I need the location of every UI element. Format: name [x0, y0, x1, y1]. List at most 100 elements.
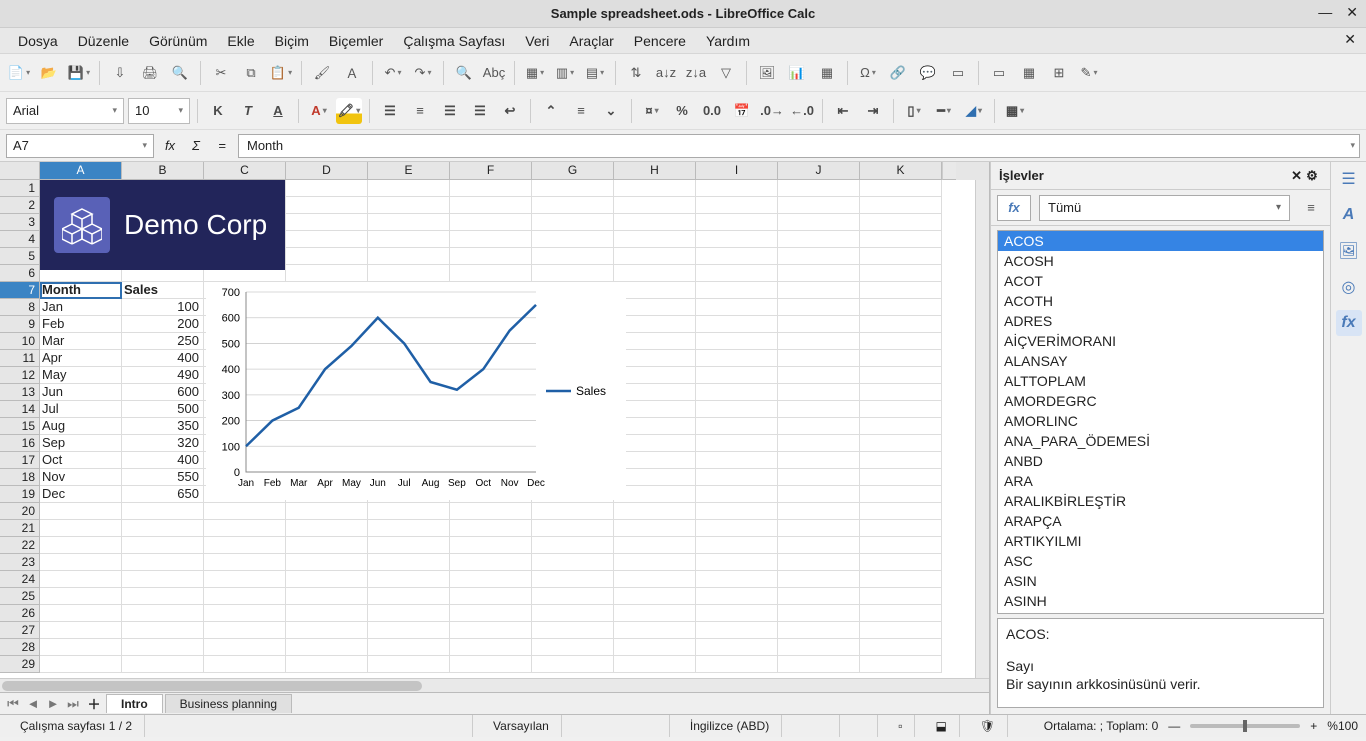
cell[interactable] — [368, 537, 450, 554]
cell[interactable] — [778, 418, 860, 435]
row-header[interactable]: 11 — [0, 350, 40, 367]
cell[interactable] — [614, 537, 696, 554]
cell[interactable]: 400 — [122, 452, 204, 469]
cell[interactable] — [532, 180, 614, 197]
row-header[interactable]: 7 — [0, 282, 40, 299]
row-header[interactable]: 4 — [0, 231, 40, 248]
cell[interactable] — [614, 503, 696, 520]
function-item[interactable]: ANBD — [998, 451, 1323, 471]
cell[interactable] — [614, 180, 696, 197]
row-header[interactable]: 6 — [0, 265, 40, 282]
cell[interactable] — [778, 197, 860, 214]
cell[interactable] — [204, 656, 286, 673]
cell[interactable]: Feb — [40, 316, 122, 333]
row-header[interactable]: 21 — [0, 520, 40, 537]
cell[interactable] — [696, 333, 778, 350]
cell[interactable] — [614, 520, 696, 537]
cell[interactable] — [696, 248, 778, 265]
cell[interactable] — [696, 180, 778, 197]
cell[interactable] — [450, 537, 532, 554]
cell[interactable] — [286, 588, 368, 605]
cell[interactable] — [614, 588, 696, 605]
cell[interactable]: 400 — [122, 350, 204, 367]
add-decimal-icon[interactable]: .0→ — [759, 98, 785, 124]
cell[interactable]: Apr — [40, 350, 122, 367]
function-item[interactable]: ARA — [998, 471, 1323, 491]
cell[interactable] — [122, 588, 204, 605]
cell[interactable] — [204, 537, 286, 554]
function-item[interactable]: ASIN — [998, 571, 1323, 591]
cell[interactable] — [860, 503, 942, 520]
border-color-icon[interactable]: ◢ — [961, 98, 987, 124]
cell[interactable] — [450, 656, 532, 673]
cell[interactable] — [368, 588, 450, 605]
cell[interactable] — [204, 554, 286, 571]
tab-first-icon[interactable]: ⏮ — [4, 696, 22, 712]
cell[interactable] — [614, 435, 696, 452]
cell[interactable] — [40, 588, 122, 605]
borders-icon[interactable]: ▯ — [901, 98, 927, 124]
zoom-minus-icon[interactable]: — — [1168, 719, 1180, 733]
font-size-combo[interactable]: 10▾ — [128, 98, 190, 124]
align-bottom-icon[interactable]: ⌄ — [598, 98, 624, 124]
cell[interactable] — [122, 503, 204, 520]
cell[interactable] — [532, 214, 614, 231]
sheet-tab-business-planning[interactable]: Business planning — [165, 694, 292, 713]
row-header[interactable]: 24 — [0, 571, 40, 588]
cell[interactable]: 200 — [122, 316, 204, 333]
cell[interactable] — [860, 571, 942, 588]
undo-icon[interactable]: ↶ — [380, 60, 406, 86]
cell[interactable] — [614, 469, 696, 486]
horizontal-scrollbar[interactable] — [0, 678, 989, 692]
italic-icon[interactable]: T — [235, 98, 261, 124]
cell[interactable] — [778, 537, 860, 554]
cell[interactable] — [40, 503, 122, 520]
cell[interactable] — [614, 248, 696, 265]
functions-icon[interactable]: fx — [1336, 310, 1362, 336]
menu-styles[interactable]: Biçemler — [319, 29, 393, 53]
zoom-value[interactable]: %100 — [1327, 719, 1358, 733]
cell[interactable] — [778, 469, 860, 486]
cell[interactable] — [204, 605, 286, 622]
row-header[interactable]: 19 — [0, 486, 40, 503]
cell[interactable] — [778, 384, 860, 401]
cell[interactable] — [696, 605, 778, 622]
chart[interactable]: 0100200300400500600700JanFebMarAprMayJun… — [206, 282, 626, 500]
insert-image-icon[interactable]: 🖼 — [754, 60, 780, 86]
cell[interactable] — [860, 333, 942, 350]
cell[interactable] — [286, 605, 368, 622]
cell[interactable] — [122, 639, 204, 656]
cell[interactable] — [614, 316, 696, 333]
cell[interactable]: 500 — [122, 401, 204, 418]
menu-format[interactable]: Biçim — [265, 29, 319, 53]
status-selection-mode[interactable]: ▫ — [886, 715, 915, 737]
cell[interactable] — [40, 537, 122, 554]
cell[interactable] — [614, 384, 696, 401]
cell[interactable] — [368, 520, 450, 537]
row-header[interactable]: 9 — [0, 316, 40, 333]
cell[interactable]: 350 — [122, 418, 204, 435]
cell[interactable] — [614, 656, 696, 673]
cell[interactable] — [696, 452, 778, 469]
cell[interactable]: Nov — [40, 469, 122, 486]
cell[interactable] — [368, 503, 450, 520]
select-all-corner[interactable] — [0, 162, 40, 180]
cell[interactable] — [286, 622, 368, 639]
cell[interactable]: Jan — [40, 299, 122, 316]
align-center-icon[interactable]: ≡ — [407, 98, 433, 124]
currency-icon[interactable]: ¤ — [639, 98, 665, 124]
print-icon[interactable]: 🖨 — [137, 60, 163, 86]
cell[interactable] — [778, 333, 860, 350]
font-name-combo[interactable]: Arial▾ — [6, 98, 124, 124]
cell[interactable] — [614, 622, 696, 639]
row-icon[interactable]: ▦ — [522, 60, 548, 86]
function-list[interactable]: ACOSACOSHACOTACOTHADRESAİÇVERİMORANIALAN… — [997, 230, 1324, 614]
cell[interactable] — [532, 588, 614, 605]
column-header[interactable]: E — [368, 162, 450, 180]
cell[interactable] — [696, 435, 778, 452]
cell[interactable] — [860, 197, 942, 214]
cell[interactable] — [778, 639, 860, 656]
function-wizard-icon[interactable]: fx — [160, 138, 180, 153]
cell[interactable] — [860, 384, 942, 401]
cell[interactable] — [778, 367, 860, 384]
